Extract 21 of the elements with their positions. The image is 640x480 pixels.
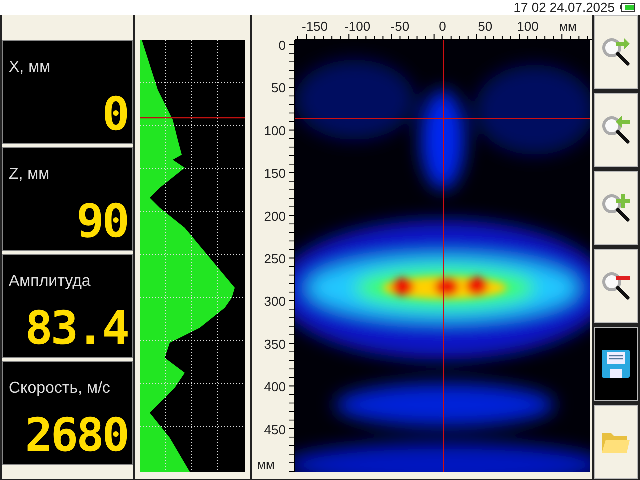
battery-icon: [620, 3, 636, 12]
readout-value: 2680: [25, 410, 128, 460]
date-time: 17 02 24.07.2025: [514, 0, 615, 15]
y-axis: 0 50 100 150 200 250 300 350 400 450 мм: [252, 40, 295, 472]
magnifier-arrow-icon: [600, 36, 632, 68]
zoom-prev-button[interactable]: [594, 93, 638, 167]
readout-label: Амплитуда: [9, 273, 91, 291]
readout-label: Z, мм: [9, 166, 50, 184]
zoom-next-button[interactable]: [594, 15, 638, 89]
readout-value: 83.4: [25, 303, 128, 353]
zoom-out-button[interactable]: [594, 249, 638, 323]
save-button[interactable]: [594, 327, 638, 401]
readout-value: 0: [102, 89, 128, 139]
zoom-in-button[interactable]: [594, 171, 638, 245]
readout-label: X, мм: [9, 59, 51, 77]
magnifier-arrow-icon: [600, 114, 632, 146]
zoom-in-icon: [600, 192, 632, 224]
readout-value: 90: [76, 196, 128, 246]
x-axis: -150 -100 -50 0 50 100 мм: [295, 15, 592, 40]
zoom-out-icon: [600, 270, 632, 302]
readout-label: Скорость, м/с: [9, 380, 110, 398]
